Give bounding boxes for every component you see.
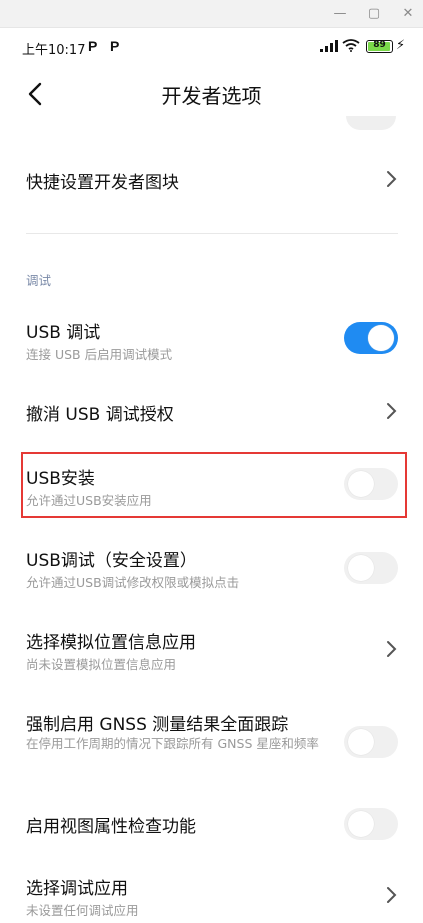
chevron-right-icon bbox=[387, 887, 397, 903]
toggle-switch-partial bbox=[346, 116, 396, 130]
usb-debug-toggle[interactable] bbox=[344, 322, 398, 354]
setting-label: 选择模拟位置信息应用 bbox=[26, 633, 196, 653]
setting-subtitle: 尚未设置模拟位置信息应用 bbox=[26, 657, 177, 672]
setting-revoke-usb-auth[interactable]: 撤消 USB 调试授权 bbox=[0, 394, 423, 430]
view-attribute-toggle[interactable] bbox=[344, 808, 398, 840]
notification-p-icon: P bbox=[88, 38, 98, 54]
highlight-box bbox=[21, 452, 407, 518]
chevron-right-icon bbox=[387, 641, 397, 657]
setting-view-attribute-inspection[interactable]: 启用视图属性检查功能 bbox=[0, 806, 423, 842]
setting-debug-app[interactable]: 选择调试应用 未设置任何调试应用 bbox=[0, 868, 423, 923]
setting-label: 选择调试应用 bbox=[26, 879, 128, 899]
chevron-right-icon bbox=[387, 171, 397, 187]
wifi-icon bbox=[342, 39, 360, 52]
window-titlebar: — ▢ ✕ bbox=[0, 0, 423, 28]
setting-mock-location-app[interactable]: 选择模拟位置信息应用 尚未设置模拟位置信息应用 bbox=[0, 622, 423, 678]
setting-label: 撤消 USB 调试授权 bbox=[26, 405, 174, 425]
setting-subtitle: 连接 USB 后启用调试模式 bbox=[26, 347, 173, 362]
setting-gnss-tracking[interactable]: 强制启用 GNSS 测量结果全面跟踪 在停用工作周期的情况下跟踪所有 GNSS … bbox=[0, 704, 423, 776]
chevron-right-icon bbox=[387, 403, 397, 419]
setting-label: 强制启用 GNSS 测量结果全面跟踪 bbox=[26, 715, 289, 735]
setting-usb-debug[interactable]: USB 调试 连接 USB 后启用调试模式 bbox=[0, 310, 423, 366]
status-time: 上午10:17 bbox=[22, 43, 86, 58]
signal-icon bbox=[320, 40, 338, 52]
setting-quick-tiles[interactable]: 快捷设置开发者图块 bbox=[0, 160, 423, 200]
gnss-toggle[interactable] bbox=[344, 726, 398, 758]
setting-subtitle: 允许通过USB调试修改权限或模拟点击 bbox=[26, 575, 240, 590]
status-bar: 上午10:17 P P 89 ⚡ bbox=[0, 28, 423, 66]
setting-subtitle: 未设置任何调试应用 bbox=[26, 903, 139, 918]
notification-p-icon: P bbox=[110, 38, 120, 54]
setting-label: USB调试（安全设置） bbox=[26, 551, 197, 571]
divider bbox=[26, 233, 398, 234]
usb-debug-security-toggle[interactable] bbox=[344, 552, 398, 584]
setting-usb-debug-security[interactable]: USB调试（安全设置） 允许通过USB调试修改权限或模拟点击 bbox=[0, 540, 423, 596]
battery-icon: 89 bbox=[366, 40, 393, 53]
maximize-button[interactable]: ▢ bbox=[364, 4, 384, 24]
charging-icon: ⚡ bbox=[396, 38, 406, 53]
setting-label: 快捷设置开发者图块 bbox=[26, 173, 179, 193]
section-header-debug: 调试 bbox=[26, 273, 52, 288]
setting-label: 启用视图属性检查功能 bbox=[26, 817, 196, 837]
close-button[interactable]: ✕ bbox=[398, 4, 418, 24]
battery-level: 89 bbox=[373, 40, 386, 50]
setting-subtitle: 在停用工作周期的情况下跟踪所有 GNSS 星座和频率 bbox=[26, 736, 319, 751]
setting-label: USB 调试 bbox=[26, 323, 101, 343]
minimize-button[interactable]: — bbox=[330, 4, 350, 24]
page-title: 开发者选项 bbox=[161, 84, 262, 108]
